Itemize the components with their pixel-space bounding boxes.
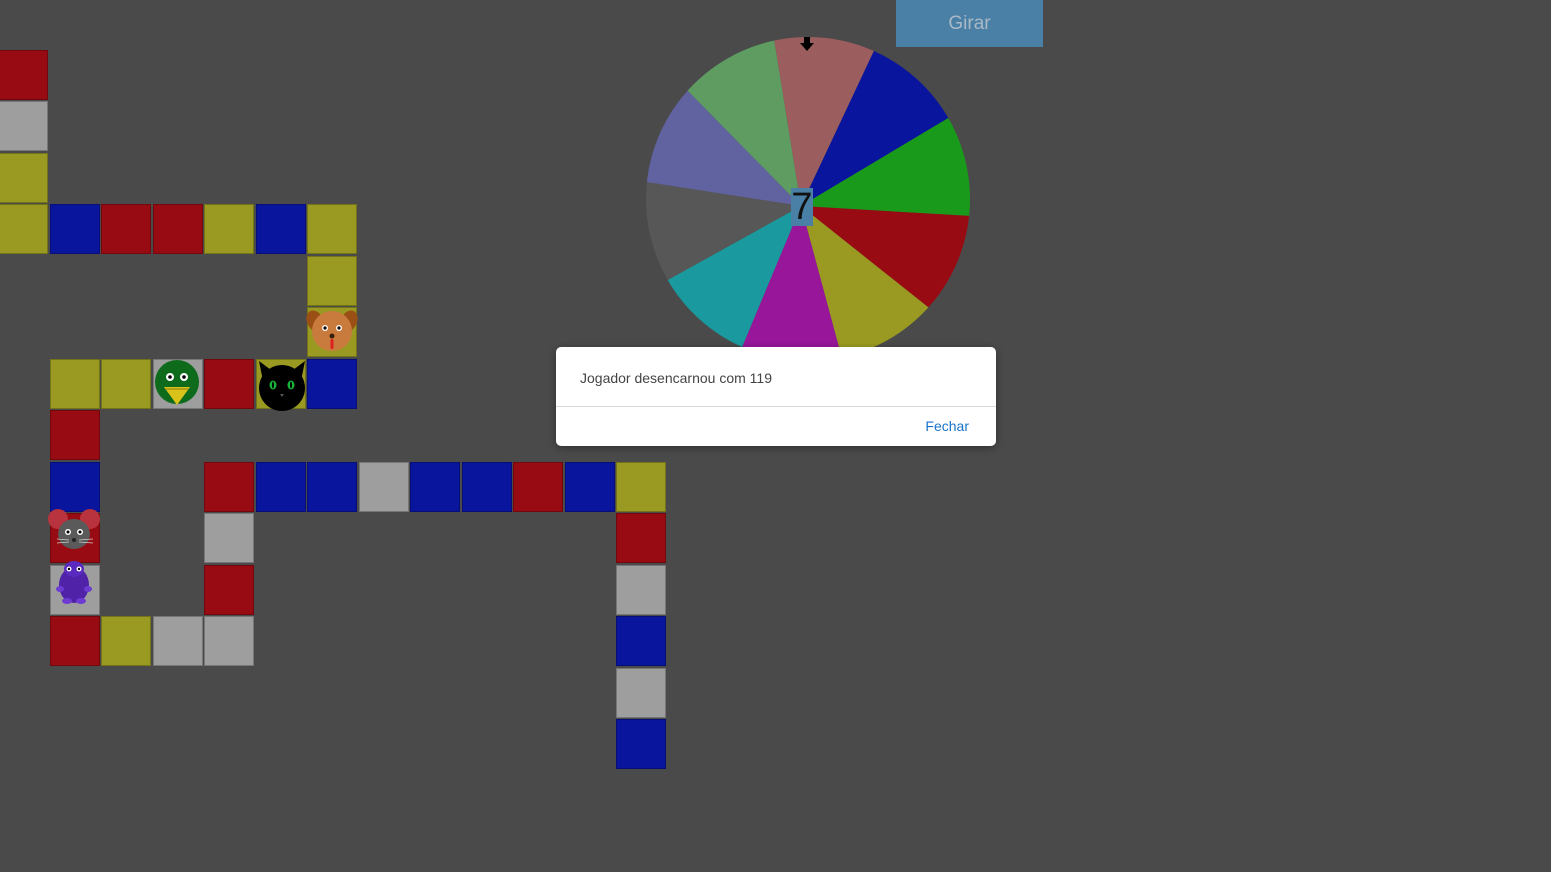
cat-icon — [258, 360, 305, 411]
wheel-result: 7 — [791, 186, 813, 228]
board-tile-yellow — [101, 358, 151, 409]
board-tile-gray — [616, 667, 666, 718]
spin-button[interactable]: Girar — [896, 0, 1043, 47]
board-tile-red — [616, 513, 666, 563]
board-tile-gray — [358, 461, 409, 512]
board-tile-blue — [255, 204, 306, 254]
board-tile-gray — [204, 616, 254, 666]
alert-dialog: Jogador desencarnou com 119 Fechar — [556, 347, 996, 446]
board-tile-red — [204, 461, 254, 512]
duck-icon — [154, 359, 199, 405]
board-tile-blue — [410, 461, 460, 512]
board-tile-blue — [255, 461, 306, 512]
board-tile-blue — [307, 461, 357, 512]
board-tile-yellow — [49, 358, 100, 409]
board-tile-yellow — [0, 204, 48, 254]
board-tile-blue — [49, 204, 100, 254]
board-tile-red — [101, 204, 151, 254]
board-tile-yellow — [307, 204, 357, 254]
board-tile-yellow — [204, 204, 254, 254]
game-stage: 7 Girar Jogador desencarnou com 119 Fech… — [0, 0, 1551, 872]
board-tile-red — [513, 461, 563, 512]
dialog-message: Jogador desencarnou com 119 — [580, 370, 772, 386]
dialog-divider — [556, 406, 996, 407]
board-tile-red — [204, 358, 254, 409]
purple-creature-token[interactable] — [47, 555, 101, 609]
dog-icon — [306, 310, 358, 351]
cat-token[interactable] — [255, 359, 309, 413]
board-tile-red — [49, 616, 100, 666]
board-tile-red — [0, 49, 48, 100]
board-tile-blue — [564, 461, 615, 512]
duck-token[interactable] — [150, 357, 204, 411]
board-tile-red — [204, 564, 254, 615]
board-tile-yellow — [307, 255, 357, 306]
board-tile-yellow — [0, 152, 48, 203]
board-tile-blue — [461, 461, 512, 512]
dog-token[interactable] — [305, 304, 359, 358]
board-tile-red — [49, 410, 100, 460]
board-tile-red — [152, 204, 203, 254]
board-tile-gray — [204, 513, 254, 563]
board-tile-blue — [307, 358, 357, 409]
board-tile-gray — [0, 101, 48, 151]
board-tile-blue — [616, 616, 666, 666]
board-tile-blue — [49, 461, 100, 512]
close-button[interactable]: Fechar — [925, 418, 969, 434]
down-arrow-icon — [800, 37, 814, 51]
purple-creature-icon — [55, 560, 92, 604]
board-tile-gray — [152, 616, 203, 666]
board-tile-yellow — [101, 616, 151, 666]
board-tile-yellow — [616, 461, 666, 512]
board-tile-blue — [616, 719, 666, 769]
spinner-wheel[interactable]: 7 — [645, 36, 971, 362]
board-tile-gray — [616, 564, 666, 615]
